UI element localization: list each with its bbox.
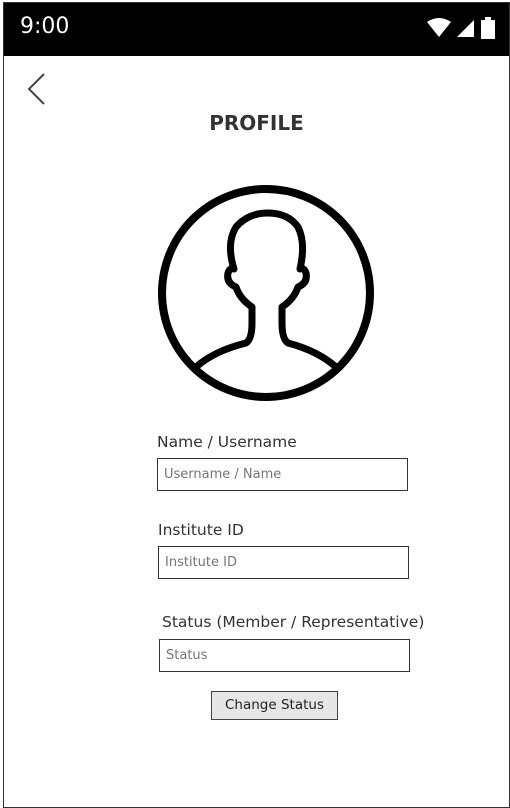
change-status-button[interactable]: Change Status bbox=[211, 691, 338, 720]
status-time: 9:00 bbox=[20, 14, 70, 39]
institute-id-label: Institute ID bbox=[158, 521, 244, 539]
battery-icon bbox=[481, 17, 495, 39]
institute-id-input[interactable] bbox=[158, 546, 409, 579]
name-username-input[interactable] bbox=[157, 458, 408, 491]
page-title: PROFILE bbox=[209, 111, 304, 135]
system-icons bbox=[427, 17, 495, 39]
user-avatar-icon bbox=[158, 185, 374, 401]
status-label: Status (Member / Representative) bbox=[162, 613, 425, 631]
status-input[interactable] bbox=[159, 639, 410, 672]
back-button[interactable] bbox=[24, 71, 52, 107]
name-label: Name / Username bbox=[157, 433, 297, 451]
chevron-left-icon bbox=[27, 73, 45, 105]
wifi-icon bbox=[427, 18, 451, 37]
cellular-signal-icon bbox=[457, 20, 474, 37]
phone-frame: 9:00 PROFILE Name / Username Institute bbox=[3, 2, 510, 808]
status-bar: 9:00 bbox=[4, 3, 509, 56]
